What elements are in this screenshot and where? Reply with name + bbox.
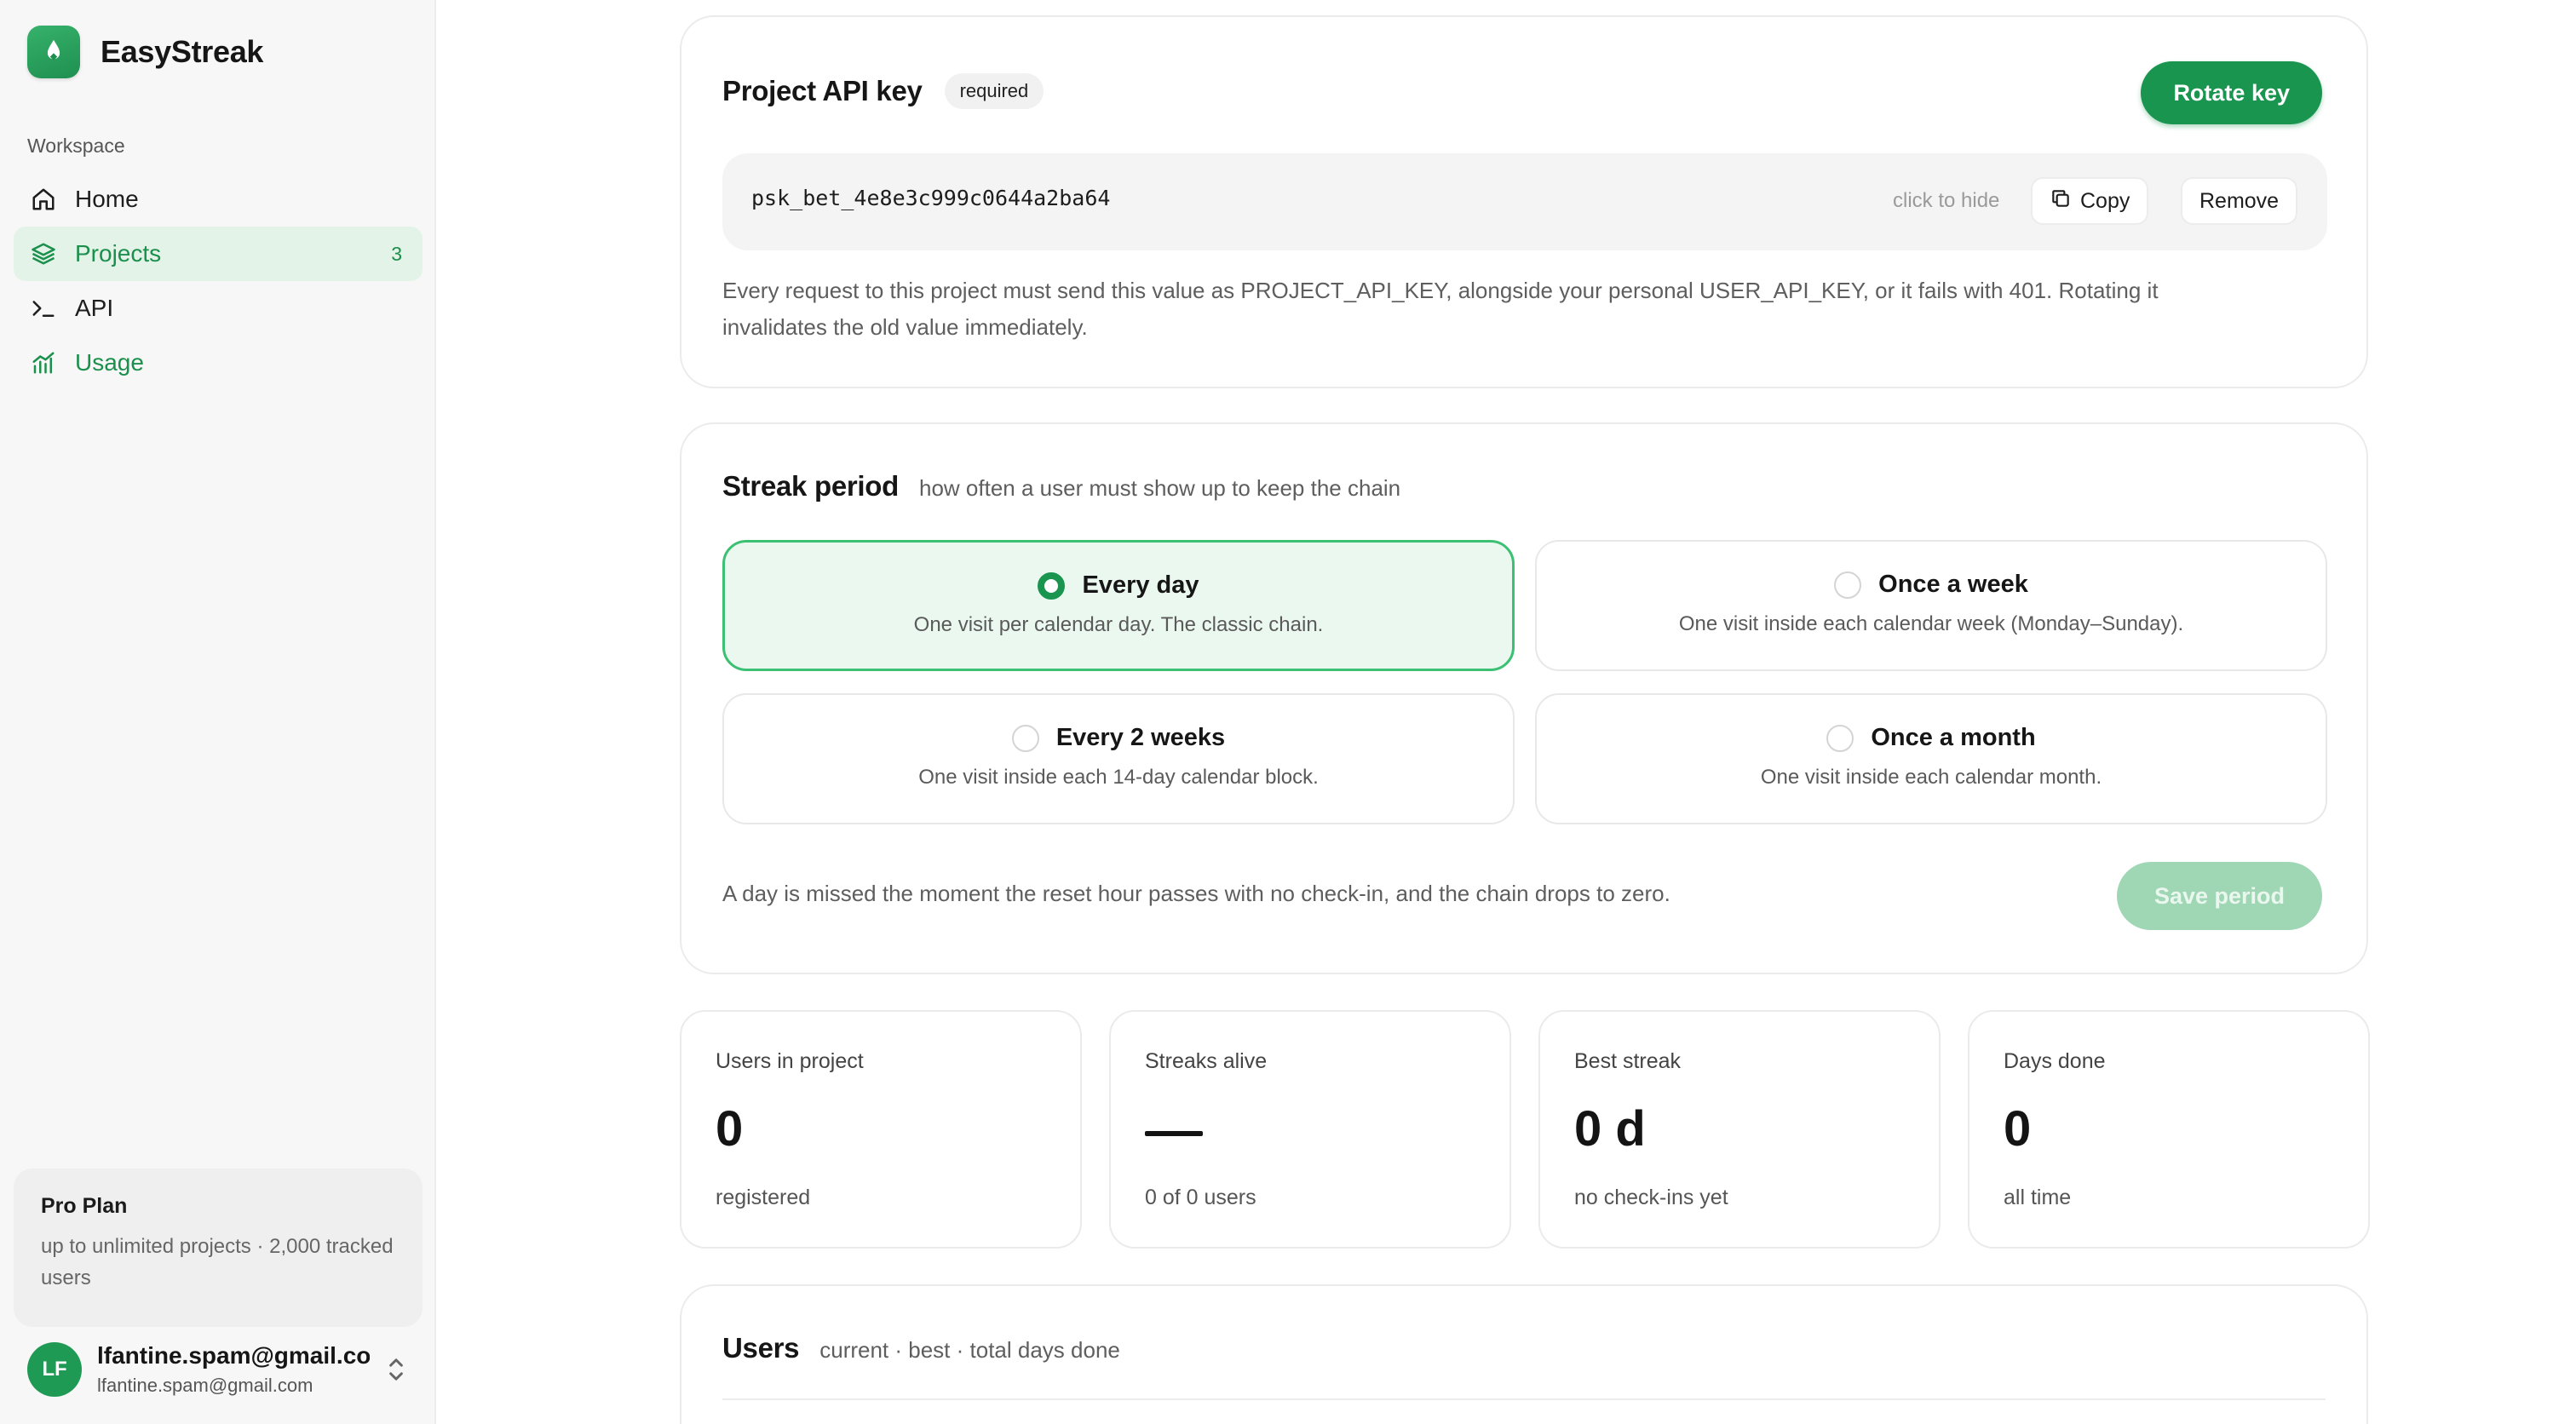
sidebar: EasyStreak Workspace Home Projects 3 API…	[0, 0, 436, 1424]
stat-subtext: 0 of 0 users	[1145, 1186, 1256, 1209]
copy-label: Copy	[2080, 188, 2130, 213]
streak-period-header: Streak period how often a user must show…	[722, 470, 1400, 502]
stat-value: 0 d	[1574, 1101, 1646, 1157]
avatar: LF	[27, 1342, 82, 1397]
streak-period-subtitle: how often a user must show up to keep th…	[919, 475, 1401, 501]
stat-card-streaks-alive: Streaks alive 0 of 0 users	[1109, 1010, 1511, 1249]
period-option-once-a-week[interactable]: Once a week One visit inside each calend…	[1535, 540, 2327, 671]
account-info: lfantine.spam@gmail.com lfantine.spam@gm…	[97, 1342, 370, 1397]
stat-label: Days done	[2004, 1049, 2106, 1073]
stat-card-days-done: Days done 0 all time	[1968, 1010, 2370, 1249]
radio-unselected[interactable]	[1011, 724, 1039, 752]
layers-icon	[29, 239, 58, 268]
streak-period-note: A day is missed the moment the reset hou…	[722, 881, 1670, 906]
sidebar-item-api[interactable]: API	[14, 281, 423, 336]
option-title-row: Once a week	[1537, 571, 2326, 599]
api-key-card: Project API key required Rotate key psk_…	[680, 15, 2368, 388]
terminal-icon	[29, 294, 58, 323]
option-description: One visit inside each calendar week (Mon…	[1678, 612, 2184, 635]
users-subtitle: current · best · total days done	[819, 1337, 1120, 1363]
stat-value-empty-dash	[1145, 1131, 1203, 1136]
api-key-title: Project API key	[722, 75, 923, 106]
account-email: lfantine.spam@gmail.com	[97, 1375, 313, 1396]
projects-count-badge: 3	[391, 242, 402, 265]
users-card: Users current · best · total days done	[680, 1284, 2368, 1424]
rotate-key-button[interactable]: Rotate key	[2141, 61, 2322, 124]
account-name: lfantine.spam@gmail.com	[97, 1342, 370, 1369]
app-name: EasyStreak	[101, 34, 264, 69]
stat-card-best-streak: Best streak 0 d no check-ins yet	[1538, 1010, 1941, 1249]
users-header: Users current · best · total days done	[722, 1332, 1120, 1364]
stat-subtext: all time	[2004, 1186, 2072, 1209]
divider	[722, 1398, 2326, 1400]
sidebar-item-label: Projects	[75, 240, 162, 267]
option-title-row: Once a month	[1537, 724, 2326, 752]
remove-key-button[interactable]: Remove	[2181, 177, 2298, 225]
stat-card-users-in-project: Users in project 0 registered	[680, 1010, 1082, 1249]
stat-value: 0	[716, 1101, 744, 1157]
sidebar-item-projects[interactable]: Projects 3	[14, 227, 423, 281]
sidebar-item-label: API	[75, 295, 114, 321]
required-badge: required	[944, 73, 1044, 109]
streak-period-title: Streak period	[722, 470, 900, 502]
period-option-once-a-month[interactable]: Once a month One visit inside each calen…	[1535, 693, 2327, 824]
stat-subtext: no check-ins yet	[1574, 1186, 1728, 1209]
stat-subtext: registered	[716, 1186, 811, 1209]
workspace-section-label: Workspace	[27, 135, 125, 157]
option-title-row: Every day	[725, 571, 1512, 600]
api-key-header: Project API key required	[722, 73, 1044, 109]
logo-icon	[27, 26, 80, 78]
period-option-every-day[interactable]: Every day One visit per calendar day. Th…	[722, 540, 1515, 671]
account-switcher[interactable]: LF lfantine.spam@gmail.com lfantine.spam…	[27, 1342, 419, 1397]
option-title: Once a week	[1878, 571, 2028, 598]
stat-label: Streaks alive	[1145, 1049, 1268, 1073]
chevron-updown-icon	[383, 1352, 409, 1387]
option-description: One visit inside each calendar month.	[1760, 766, 2102, 789]
sidebar-item-usage[interactable]: Usage	[14, 336, 423, 390]
plan-title: Pro Plan	[41, 1194, 128, 1218]
app-root: EasyStreak Workspace Home Projects 3 API…	[0, 0, 2576, 1424]
save-period-button[interactable]: Save period	[2116, 862, 2322, 930]
home-icon	[29, 185, 58, 214]
copy-button[interactable]: Copy	[2031, 177, 2149, 225]
option-description: One visit per calendar day. The classic …	[913, 613, 1324, 636]
plan-card: Pro Plan up to unlimited projects · 2,00…	[14, 1168, 423, 1327]
users-title: Users	[722, 1332, 800, 1364]
sidebar-item-label: Usage	[75, 349, 144, 376]
sidebar-item-home[interactable]: Home	[14, 172, 423, 227]
option-title: Every day	[1082, 571, 1199, 599]
option-description: One visit inside each 14-day calendar bl…	[918, 766, 1319, 789]
brand[interactable]: EasyStreak	[27, 26, 263, 78]
plan-description: up to unlimited projects · 2,000 tracked…	[41, 1235, 394, 1289]
period-option-every-2-weeks[interactable]: Every 2 weeks One visit inside each 14-d…	[722, 693, 1515, 824]
chart-icon	[29, 348, 58, 377]
option-title-row: Every 2 weeks	[724, 724, 1513, 752]
sidebar-nav: Home Projects 3 API Usage	[14, 172, 423, 390]
api-key-description: Every request to this project must send …	[722, 278, 2159, 340]
stat-label: Users in project	[716, 1049, 864, 1073]
option-title: Every 2 weeks	[1055, 724, 1226, 751]
stat-label: Best streak	[1574, 1049, 1682, 1073]
radio-selected[interactable]	[1038, 571, 1066, 600]
api-key-box: psk_bet_4e8e3c999c0644a2ba64 click to hi…	[722, 153, 2327, 250]
radio-unselected[interactable]	[1826, 724, 1854, 752]
radio-unselected[interactable]	[1834, 571, 1862, 599]
option-title: Once a month	[1871, 724, 2036, 751]
copy-icon	[2050, 187, 2072, 215]
hide-key-toggle[interactable]: click to hide	[1893, 189, 1999, 213]
stat-value: 0	[2004, 1101, 2032, 1157]
streak-period-card: Streak period how often a user must show…	[680, 422, 2368, 974]
sidebar-item-label: Home	[75, 186, 139, 212]
api-key-value[interactable]: psk_bet_4e8e3c999c0644a2ba64	[751, 186, 1110, 210]
